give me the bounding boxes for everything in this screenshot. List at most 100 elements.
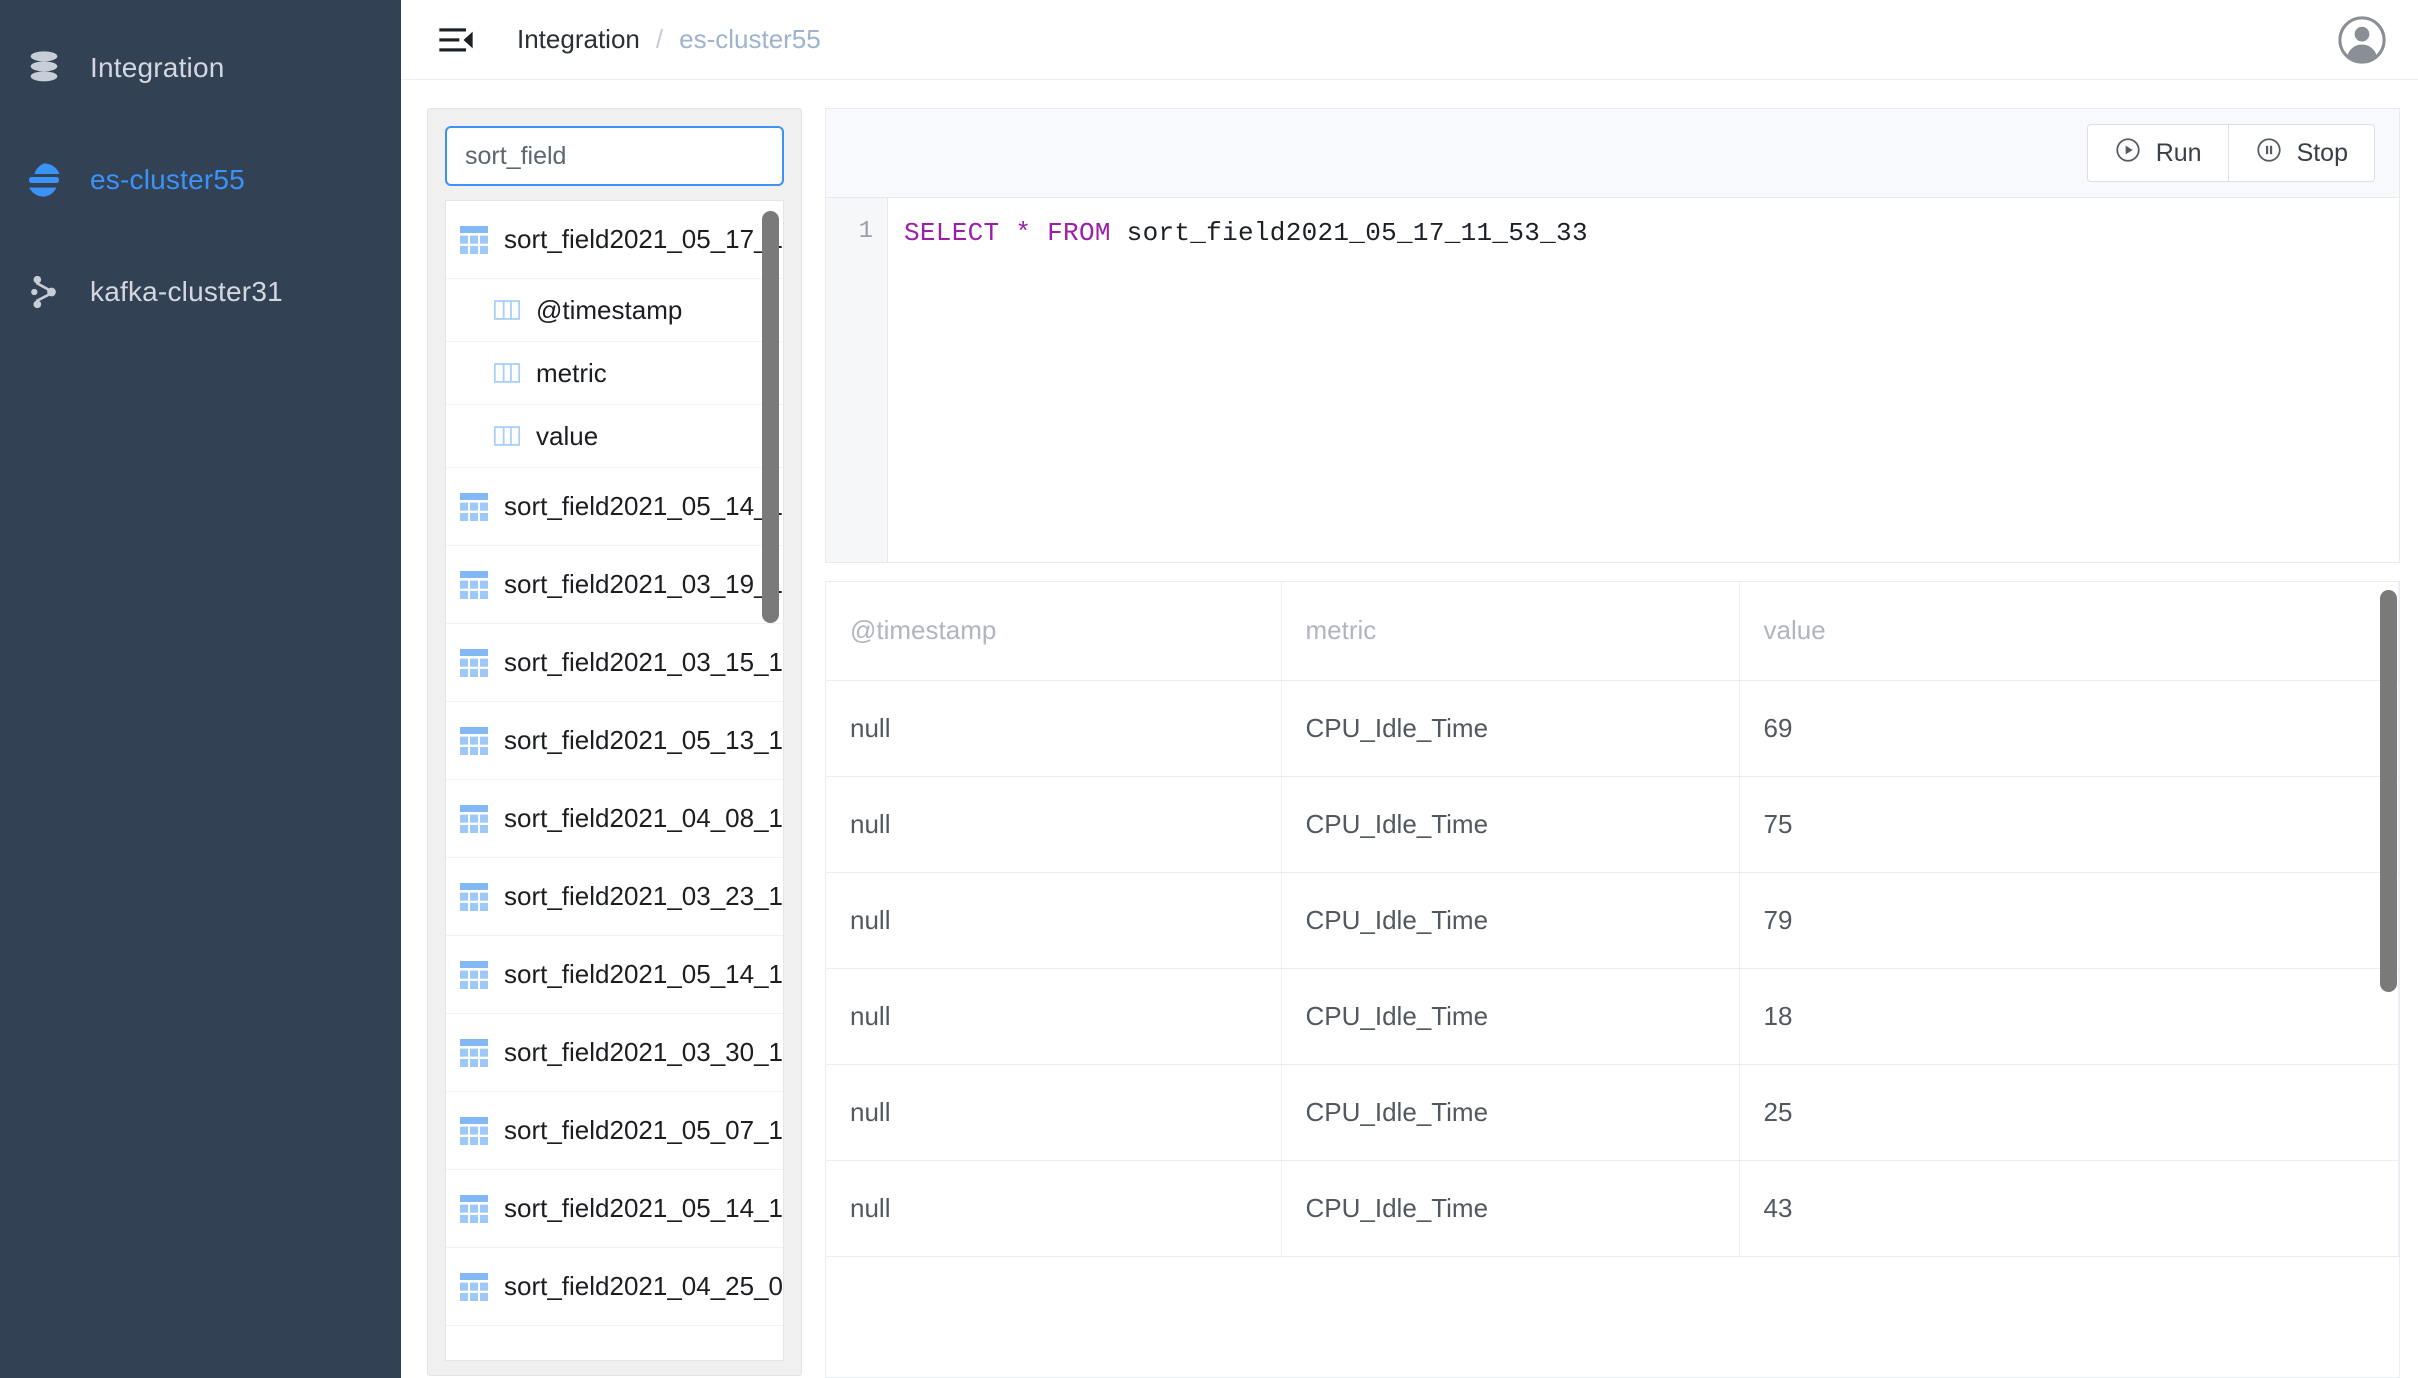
list-item-label: sort_field2021_03_19_15_00_29: [504, 569, 783, 599]
cell-value: 69: [1739, 680, 2399, 777]
list-item-label: sort_field2021_04_25_09_56_41: [504, 1271, 784, 1301]
cell-timestamp: null: [826, 1160, 1282, 1257]
play-circle-icon: [2114, 136, 2142, 171]
list-item-column[interactable]: @timestamp: [446, 279, 783, 342]
user-avatar-icon[interactable]: [2336, 14, 2388, 66]
table-grid-icon: [460, 960, 488, 989]
list-item-table[interactable]: sort_field2021_05_17_11_53_33: [446, 201, 783, 279]
sidebar-item-integration[interactable]: Integration: [0, 12, 401, 124]
sql-star: *: [1015, 218, 1032, 248]
sql-editor-panel: Run Stop 1 SELECT * FROM sort_field2021_…: [825, 108, 2400, 563]
results-table: @timestamp metric value null CPU_Idle_Ti…: [826, 582, 2399, 1257]
list-item-column[interactable]: value: [446, 405, 783, 468]
search-results-dropdown: sort_field2021_05_17_11_53_33: [445, 200, 784, 1361]
run-stop-button-group: Run Stop: [2086, 124, 2375, 182]
list-item-label: sort_field2021_05_13_14_58_48: [504, 725, 784, 755]
content-body: sort_field2021_05_17_11_53_33: [401, 80, 2418, 1378]
list-item-table[interactable]: sort_field2021_03_23_16_49_39: [446, 858, 783, 936]
column-header-metric[interactable]: metric: [1281, 582, 1740, 681]
cell-metric: CPU_Idle_Time: [1281, 872, 1740, 969]
table-row[interactable]: null CPU_Idle_Time 18: [826, 968, 2399, 1065]
breadcrumb-separator: /: [655, 24, 664, 54]
list-item-column[interactable]: metric: [446, 342, 783, 405]
line-number: 1: [858, 218, 873, 245]
pause-circle-icon: [2255, 136, 2283, 171]
search-results-list: sort_field2021_05_17_11_53_33: [446, 201, 783, 1326]
table-grid-icon: [460, 648, 488, 677]
list-item-label: sort_field2021_04_08_13_09_50: [504, 803, 784, 833]
cell-value: 79: [1739, 872, 2399, 969]
search-panel: sort_field2021_05_17_11_53_33: [427, 108, 802, 1376]
dropdown-scrollbar-thumb[interactable]: [762, 211, 779, 623]
results-scrollbar-thumb[interactable]: [2380, 590, 2397, 992]
list-item-label: sort_field2021_03_23_16_49_39: [504, 881, 784, 911]
editor-toolbar: Run Stop: [826, 109, 2399, 197]
cell-timestamp: null: [826, 968, 1282, 1065]
code-editor[interactable]: 1 SELECT * FROM sort_field2021_05_17_11_…: [826, 197, 2399, 562]
sidebar-item-kafka-cluster31[interactable]: kafka-cluster31: [0, 236, 401, 348]
list-item-label: sort_field2021_05_14_13_18_01: [504, 959, 784, 989]
stop-button[interactable]: Stop: [2228, 124, 2375, 182]
sidebar-item-label: es-cluster55: [90, 164, 245, 195]
list-item-label: sort_field2021_03_30_19_11_38: [504, 1037, 784, 1067]
column-icon: [494, 423, 520, 449]
search-input[interactable]: [445, 126, 784, 186]
sidebar: Integration es-cluster55 kafka-cluster31: [0, 0, 401, 1378]
table-grid-icon: [460, 570, 488, 599]
list-item-table[interactable]: sort_field2021_03_15_13_35_04: [446, 624, 783, 702]
list-item-table[interactable]: sort_field2021_05_07_11_24_42: [446, 1092, 783, 1170]
list-item-label: value: [536, 420, 599, 451]
cell-metric: CPU_Idle_Time: [1281, 1160, 1740, 1257]
list-item-table[interactable]: sort_field2021_05_14_10_25_04: [446, 1170, 783, 1248]
table-grid-icon: [460, 726, 488, 755]
dropdown-scrollbar[interactable]: [762, 205, 779, 1358]
breadcrumb: Integration / es-cluster55: [517, 24, 821, 55]
table-row[interactable]: null CPU_Idle_Time 79: [826, 872, 2399, 969]
cell-timestamp: null: [826, 776, 1282, 873]
list-item-table[interactable]: sort_field2021_05_14_13_18_01: [446, 936, 783, 1014]
cell-value: 75: [1739, 776, 2399, 873]
schema-browser-column: sort_field2021_05_17_11_53_33: [401, 80, 813, 1378]
column-header-value[interactable]: value: [1739, 582, 2399, 681]
results-scrollbar[interactable]: [2380, 582, 2397, 1377]
cell-metric: CPU_Idle_Time: [1281, 968, 1740, 1065]
run-button[interactable]: Run: [2086, 124, 2229, 182]
cell-value: 18: [1739, 968, 2399, 1065]
sql-keyword-from: FROM: [1047, 218, 1111, 248]
sql-table-name: sort_field2021_05_17_11_53_33: [1126, 218, 1588, 248]
table-grid-icon: [460, 492, 488, 521]
cell-metric: CPU_Idle_Time: [1281, 680, 1740, 777]
list-item-table[interactable]: sort_field2021_03_19_15_00_29: [446, 546, 783, 624]
table-row[interactable]: null CPU_Idle_Time 75: [826, 776, 2399, 873]
list-item-table[interactable]: sort_field2021_04_25_09_56_41: [446, 1248, 783, 1326]
list-item-label: sort_field2021_05_14_10_25_04: [504, 1193, 784, 1223]
column-header-timestamp[interactable]: @timestamp: [826, 582, 1282, 681]
sidebar-item-es-cluster55[interactable]: es-cluster55: [0, 124, 401, 236]
cell-timestamp: null: [826, 680, 1282, 777]
table-row[interactable]: null CPU_Idle_Time 69: [826, 680, 2399, 777]
list-item-label: sort_field2021_05_17_11_53_33: [504, 224, 783, 254]
table-row[interactable]: null CPU_Idle_Time 25: [826, 1064, 2399, 1161]
list-item-table[interactable]: sort_field2021_03_30_19_11_38: [446, 1014, 783, 1092]
sidebar-item-label: Integration: [90, 52, 225, 83]
cell-timestamp: null: [826, 1064, 1282, 1161]
cell-metric: CPU_Idle_Time: [1281, 1064, 1740, 1161]
cell-timestamp: null: [826, 872, 1282, 969]
table-grid-icon: [460, 1272, 488, 1301]
column-icon: [494, 360, 520, 386]
sql-keyword-select: SELECT: [904, 218, 1000, 248]
list-item-table[interactable]: sort_field2021_04_08_13_09_50: [446, 780, 783, 858]
top-header: Integration / es-cluster55: [401, 0, 2418, 80]
query-column: Run Stop 1 SELECT * FROM sort_field2021_…: [813, 80, 2418, 1378]
stop-button-label: Stop: [2296, 138, 2348, 167]
sql-code-line[interactable]: SELECT * FROM sort_field2021_05_17_11_53…: [888, 198, 2399, 562]
list-item-table[interactable]: sort_field2021_05_14_16_01_34: [446, 468, 783, 546]
cell-metric: CPU_Idle_Time: [1281, 776, 1740, 873]
menu-fold-icon[interactable]: [433, 17, 479, 63]
list-item-table[interactable]: sort_field2021_05_13_14_58_48: [446, 702, 783, 780]
cell-value: 43: [1739, 1160, 2399, 1257]
breadcrumb-root[interactable]: Integration: [517, 24, 640, 55]
breadcrumb-leaf[interactable]: es-cluster55: [679, 24, 821, 55]
kafka-icon: [22, 270, 66, 314]
table-row[interactable]: null CPU_Idle_Time 43: [826, 1160, 2399, 1257]
